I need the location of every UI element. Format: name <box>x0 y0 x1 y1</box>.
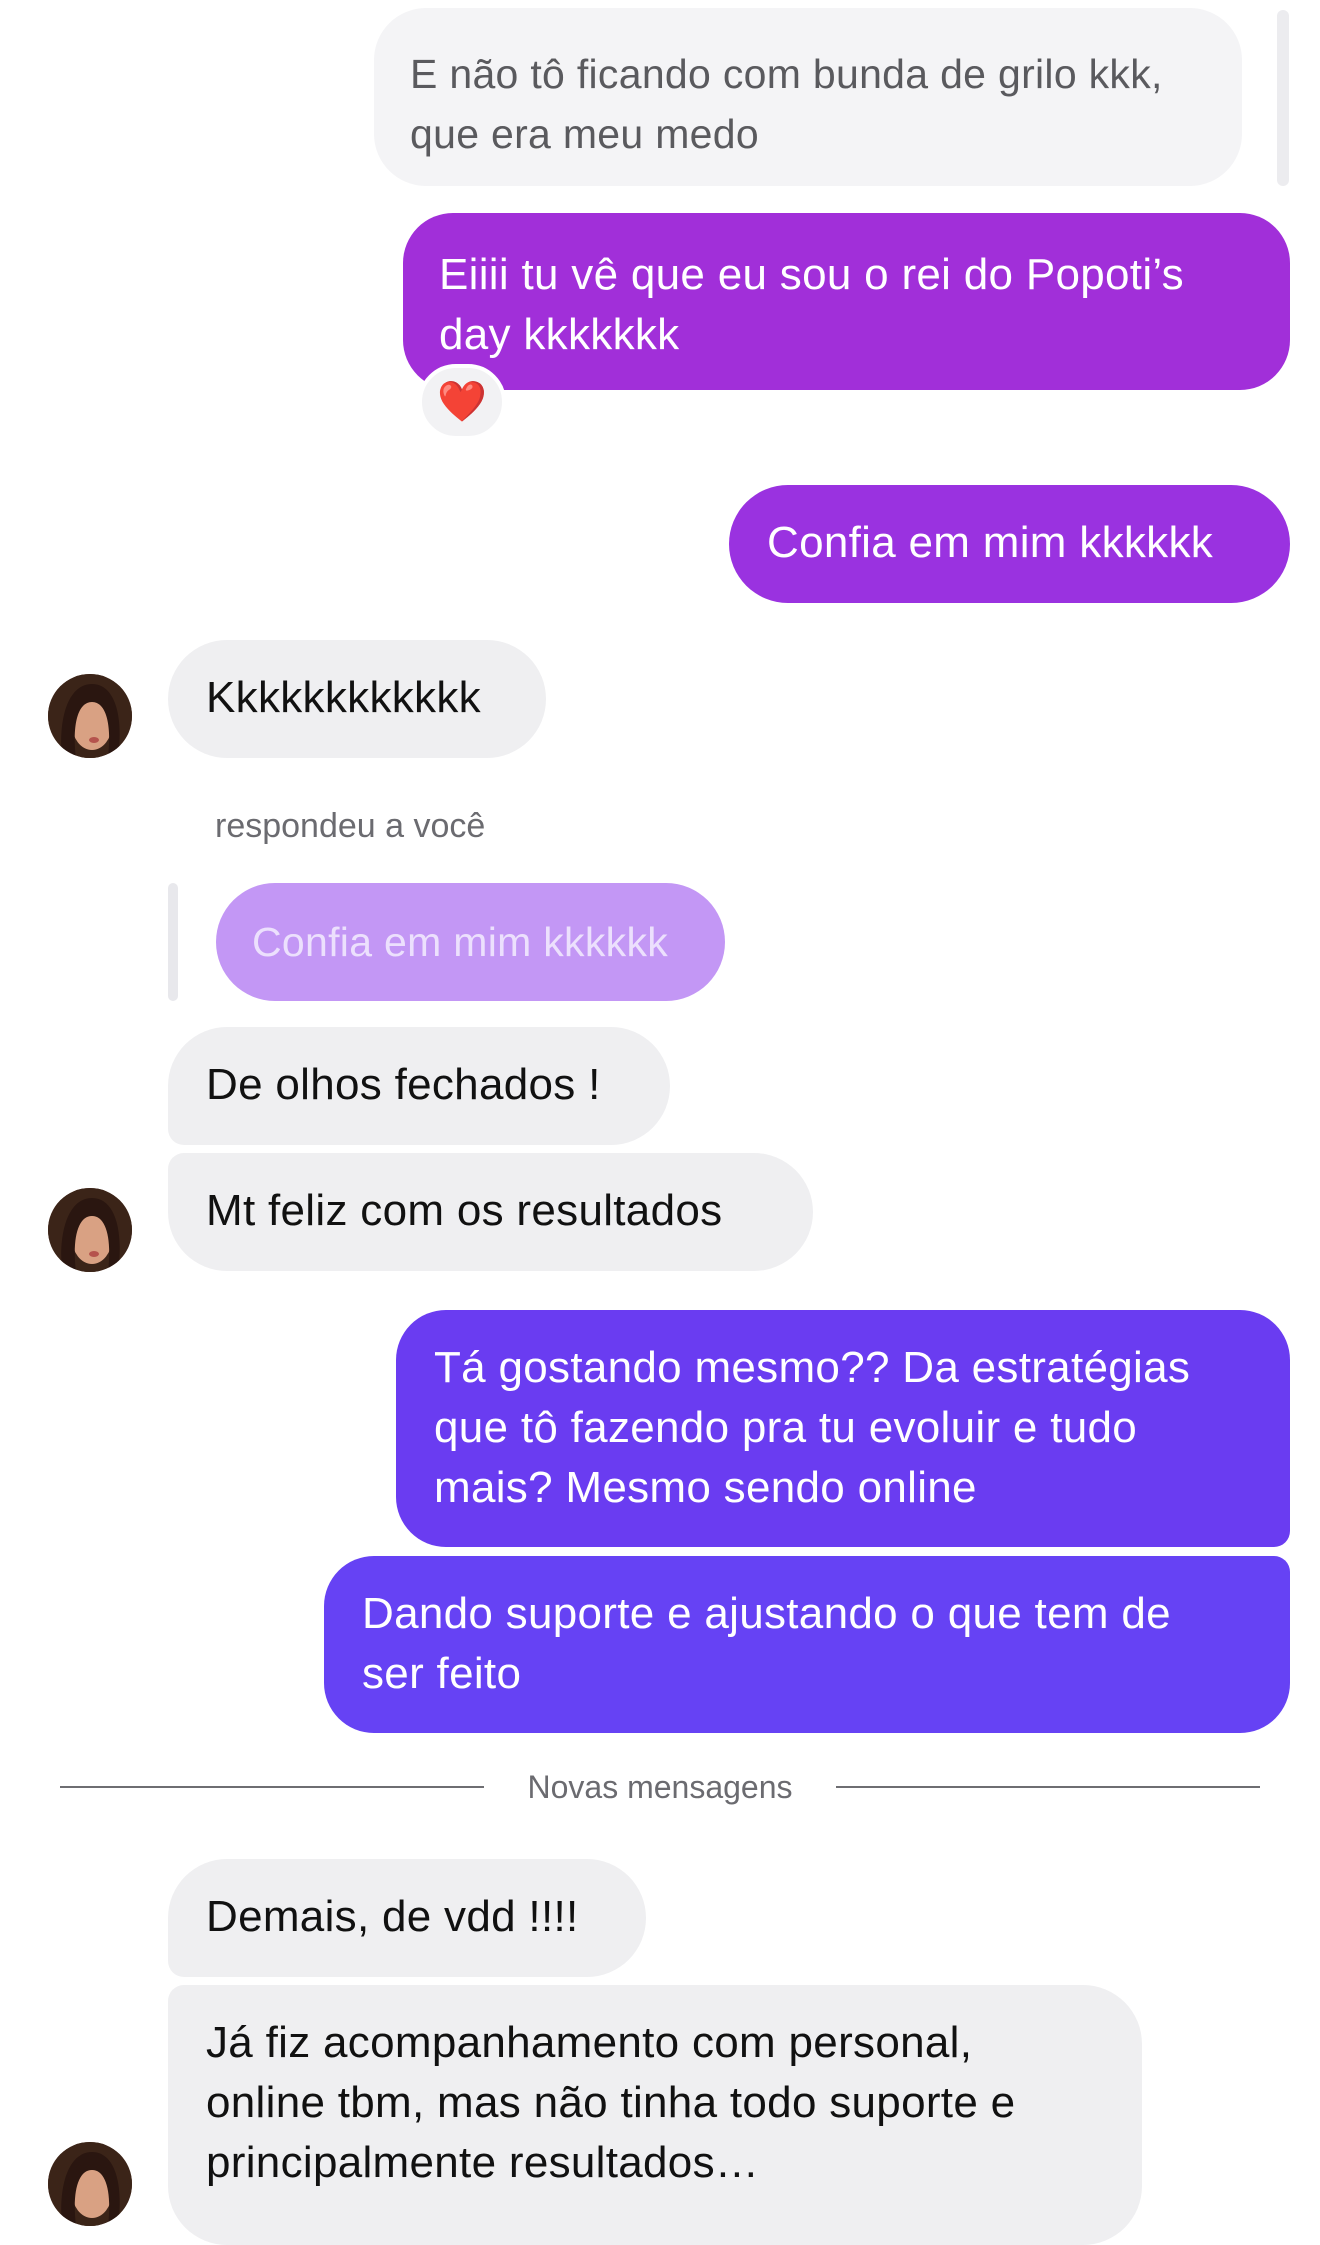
message-bubble-outgoing[interactable]: E não tô ficando com bunda de grilo kkk,… <box>374 8 1242 186</box>
reply-indicator-bar <box>168 883 178 1001</box>
contact-avatar[interactable] <box>48 674 132 758</box>
message-bubble-incoming[interactable]: De olhos fechados ! <box>168 1027 670 1145</box>
message-bubble-outgoing[interactable]: Eiiii tu vê que eu sou o rei do Popoti’s… <box>403 213 1290 390</box>
reply-label: respondeu a você <box>215 807 486 845</box>
scroll-indicator[interactable] <box>1277 10 1289 186</box>
divider-line-right <box>836 1786 1260 1788</box>
quoted-message[interactable]: Confia em mim kkkkkk <box>216 883 725 1001</box>
reaction-badge[interactable]: ❤️ <box>418 364 506 440</box>
message-bubble-incoming[interactable]: Já fiz acompanhamento com personal, onli… <box>168 1985 1142 2245</box>
message-bubble-outgoing[interactable]: Dando suporte e ajustando o que tem de s… <box>324 1556 1290 1733</box>
message-bubble-outgoing[interactable]: Confia em mim kkkkkk <box>729 485 1290 603</box>
contact-avatar[interactable] <box>48 2142 132 2226</box>
message-bubble-outgoing[interactable]: Tá gostando mesmo?? Da estratégias que t… <box>396 1310 1290 1547</box>
heart-icon: ❤️ <box>437 380 487 424</box>
message-bubble-incoming[interactable]: Kkkkkkkkkkkk <box>168 640 546 758</box>
message-bubble-incoming[interactable]: Demais, de vdd !!!! <box>168 1859 646 1977</box>
message-bubble-incoming[interactable]: Mt feliz com os resultados <box>168 1153 813 1271</box>
contact-avatar[interactable] <box>48 1188 132 1272</box>
new-messages-divider: Novas mensagens <box>527 1769 793 1805</box>
divider-line-left <box>60 1786 484 1788</box>
